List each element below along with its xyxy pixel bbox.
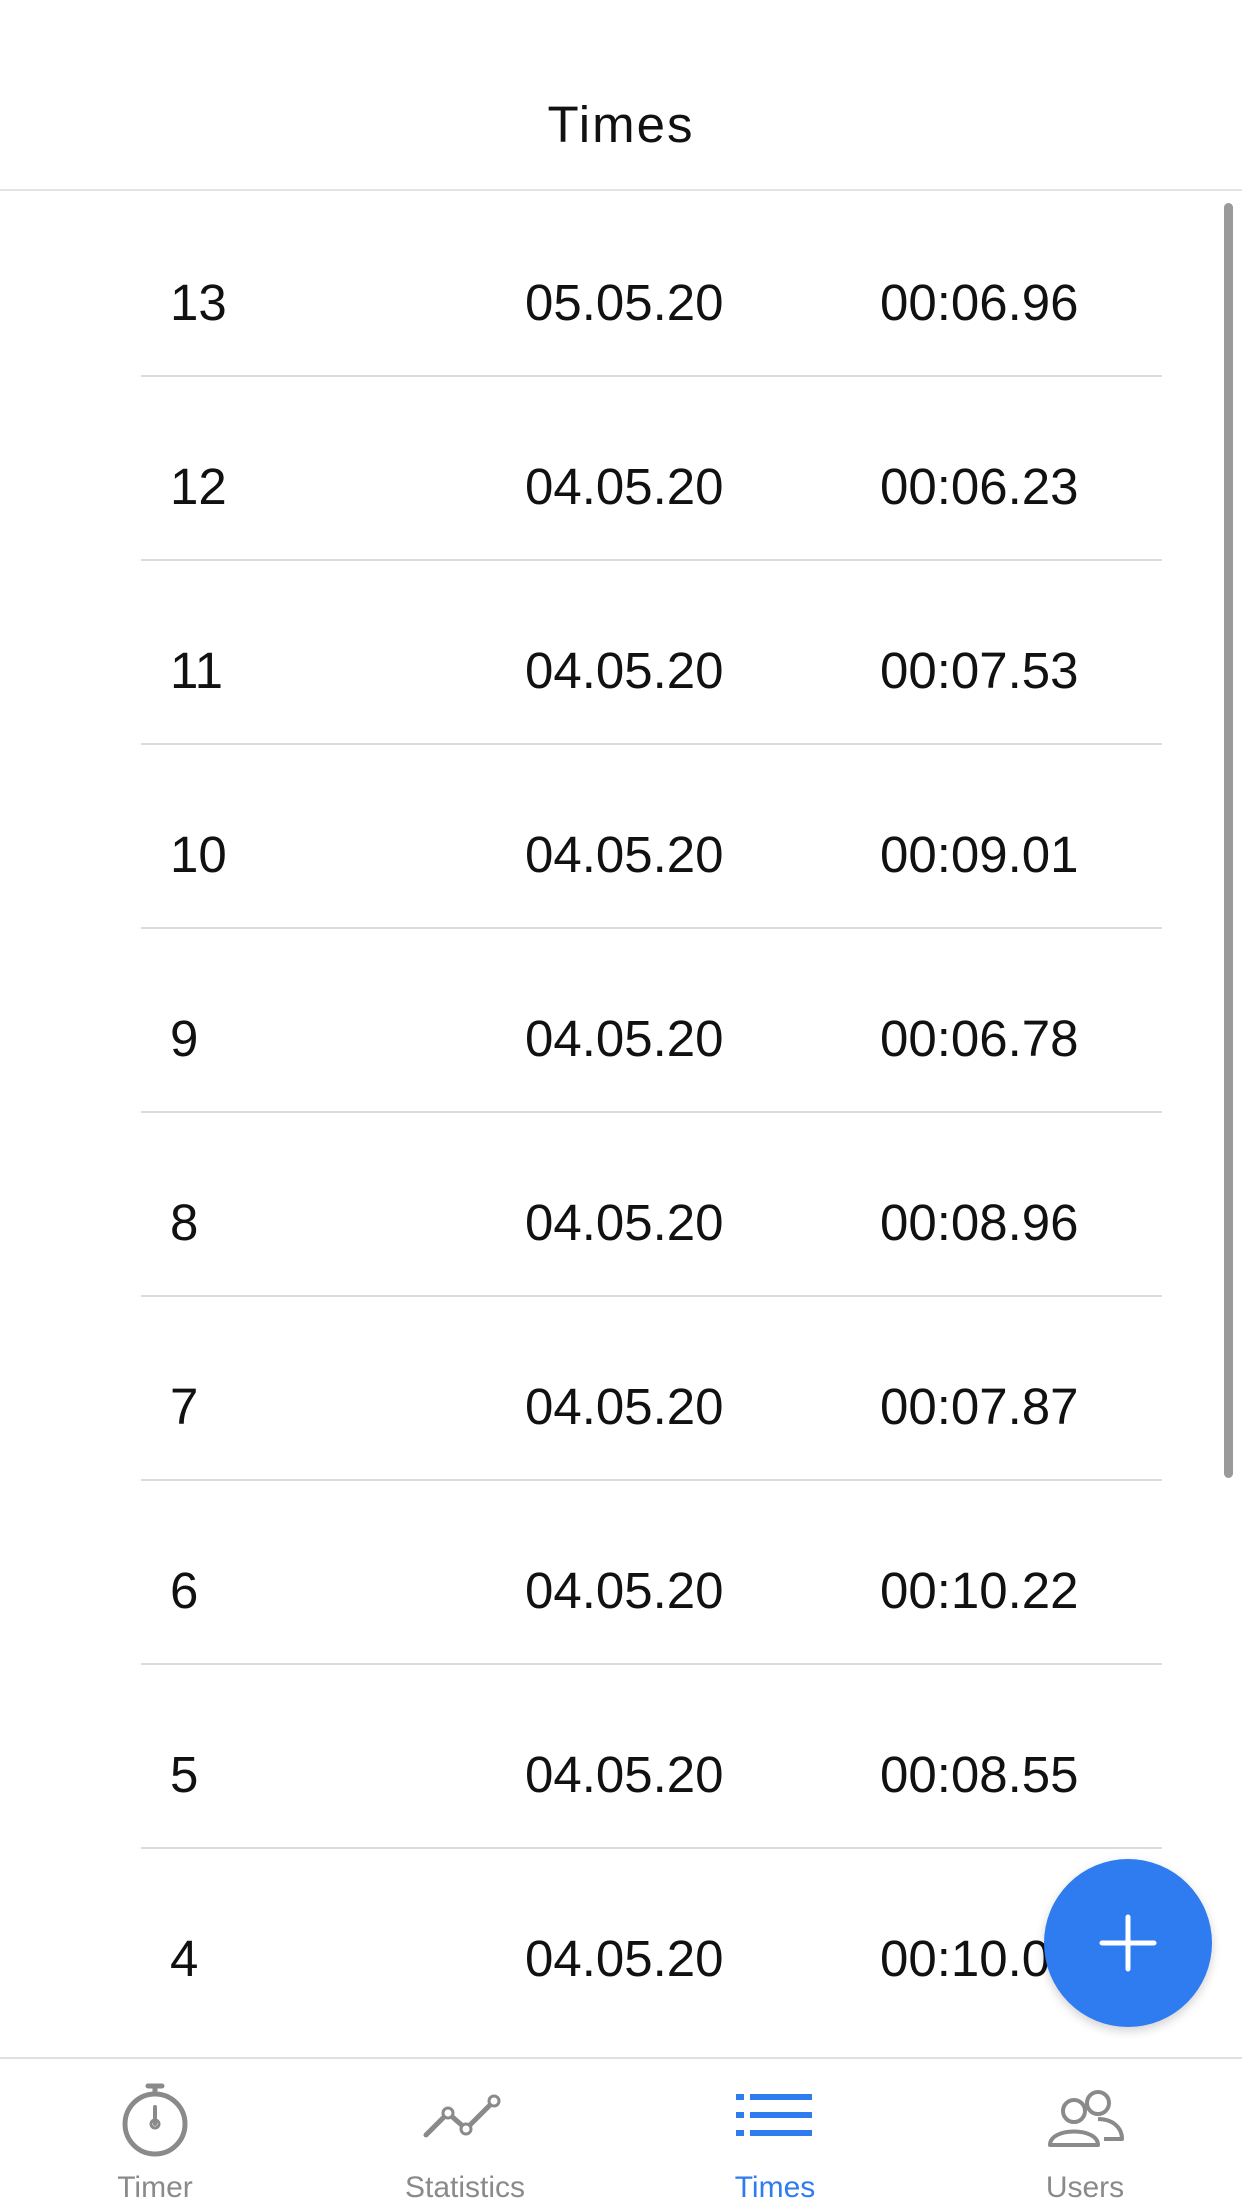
row-date: 04.05.20	[525, 826, 724, 883]
row-date: 04.05.20	[525, 458, 724, 515]
stopwatch-icon	[122, 2083, 188, 2157]
times-row[interactable]: 10 04.05.20 00:09.01	[141, 745, 1162, 929]
row-date: 04.05.20	[525, 1930, 724, 1987]
row-time: 00:08.55	[880, 1746, 1079, 1803]
row-number: 8	[170, 1194, 199, 1251]
tab-statistics[interactable]: Statistics	[310, 2059, 620, 2208]
row-time: 00:08.96	[880, 1194, 1079, 1251]
times-row[interactable]: 11 04.05.20 00:07.53	[141, 561, 1162, 745]
times-row[interactable]: 7 04.05.20 00:07.87	[141, 1297, 1162, 1481]
row-time: 00:06.96	[880, 274, 1079, 331]
row-number: 5	[170, 1746, 199, 1803]
times-row[interactable]: 6 04.05.20 00:10.22	[141, 1481, 1162, 1665]
row-number: 9	[170, 1010, 199, 1067]
row-number: 7	[170, 1378, 199, 1435]
line-chart-icon	[423, 2094, 501, 2138]
row-date: 04.05.20	[525, 1562, 724, 1619]
tab-label: Times	[734, 2171, 816, 2204]
page-title: Times	[547, 96, 695, 153]
row-date: 04.05.20	[525, 1194, 724, 1251]
times-row[interactable]: 5 04.05.20 00:08.55	[141, 1665, 1162, 1849]
tab-label: Statistics	[404, 2171, 526, 2204]
times-row[interactable]: 13 05.05.20 00:06.96	[141, 193, 1162, 377]
row-time: 00:10.22	[880, 1562, 1079, 1619]
row-number: 4	[170, 1930, 199, 1987]
row-date: 04.05.20	[525, 1746, 724, 1803]
row-date: 04.05.20	[525, 642, 724, 699]
bottom-tab-bar: Timer Statistics Times Users	[0, 2057, 1242, 2208]
scrollbar[interactable]	[1224, 203, 1233, 1478]
app-header: Times	[0, 0, 1242, 191]
row-number: 11	[170, 642, 223, 699]
row-time: 00:10.0	[880, 1930, 1051, 1987]
times-row[interactable]: 4 04.05.20 00:10.0	[141, 1849, 1162, 2033]
tab-users[interactable]: Users	[930, 2059, 1240, 2208]
times-row[interactable]: 9 04.05.20 00:06.78	[141, 929, 1162, 1113]
times-list[interactable]: 13 05.05.20 00:06.96 12 04.05.20 00:06.2…	[0, 193, 1242, 2057]
row-number: 6	[170, 1562, 199, 1619]
row-number: 13	[170, 274, 227, 331]
tab-label: Timer	[117, 2171, 193, 2204]
times-row[interactable]: 8 04.05.20 00:08.96	[141, 1113, 1162, 1297]
row-date: 04.05.20	[525, 1010, 724, 1067]
list-icon	[736, 2094, 812, 2136]
tab-label: Users	[1045, 2171, 1125, 2204]
times-row[interactable]: 12 04.05.20 00:06.23	[141, 377, 1162, 561]
users-icon	[1048, 2090, 1124, 2147]
plus-icon	[1099, 1914, 1157, 1972]
tab-times[interactable]: Times	[620, 2059, 930, 2208]
add-time-button[interactable]	[1044, 1859, 1212, 2027]
row-time: 00:07.87	[880, 1378, 1079, 1435]
row-date: 05.05.20	[525, 274, 724, 331]
row-date: 04.05.20	[525, 1378, 724, 1435]
row-time: 00:06.78	[880, 1010, 1079, 1067]
row-number: 12	[170, 458, 227, 515]
row-number: 10	[170, 826, 227, 883]
row-time: 00:06.23	[880, 458, 1079, 515]
row-time: 00:09.01	[880, 826, 1079, 883]
tab-timer[interactable]: Timer	[0, 2059, 310, 2208]
row-time: 00:07.53	[880, 642, 1079, 699]
